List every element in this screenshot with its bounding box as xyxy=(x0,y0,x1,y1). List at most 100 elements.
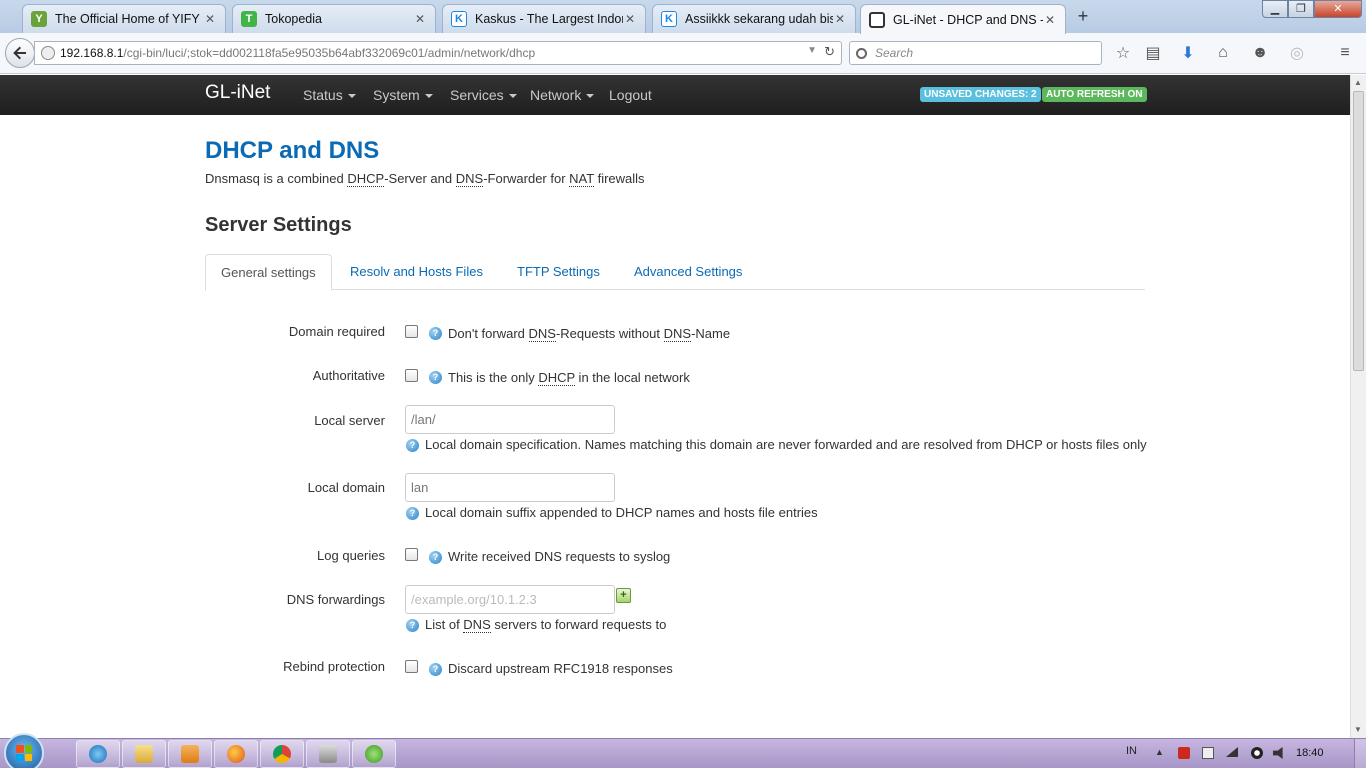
bookmarks-list-icon[interactable]: ▤ xyxy=(1142,42,1164,64)
rebind-protection-checkbox[interactable] xyxy=(405,660,418,673)
address-bar[interactable]: 192.168.8.1/cgi-bin/luci/;stok=dd002118f… xyxy=(34,41,842,65)
local-domain-label: Local domain xyxy=(307,480,385,495)
media-player-taskbar-icon[interactable] xyxy=(168,740,212,768)
language-indicator[interactable]: IN xyxy=(1126,745,1137,757)
browser-tab-kaskus[interactable]: K Kaskus - The Largest Indon... ✕ xyxy=(442,4,646,33)
scroll-down-icon[interactable]: ▼ xyxy=(1354,725,1362,734)
vertical-scrollbar[interactable]: ▲ ▼ xyxy=(1350,75,1366,738)
domain-required-checkbox[interactable] xyxy=(405,325,418,338)
clock[interactable]: 18:40 xyxy=(1296,747,1324,759)
network-tool-taskbar-icon[interactable] xyxy=(306,740,350,768)
help-text: Don't forward xyxy=(448,326,529,341)
windows-taskbar: IN ▲ 18:40 xyxy=(0,733,1366,768)
search-placeholder: Search xyxy=(875,46,914,60)
page-title: DHCP and DNS xyxy=(205,137,380,164)
close-window-button[interactable]: ✕ xyxy=(1314,0,1362,18)
log-queries-checkbox[interactable] xyxy=(405,548,418,561)
dns-forwardings-input[interactable] xyxy=(405,585,615,614)
menu-label: Network xyxy=(530,87,582,103)
menu-icon[interactable]: ≡ xyxy=(1334,42,1356,64)
dns-forwardings-help: List of DNS servers to forward requests … xyxy=(425,617,667,633)
close-tab-icon[interactable]: ✕ xyxy=(1043,13,1057,27)
page-description: Dnsmasq is a combined DHCP-Server and DN… xyxy=(205,171,645,187)
start-button[interactable] xyxy=(4,733,44,768)
show-desktop-button[interactable] xyxy=(1354,739,1366,768)
new-tab-button[interactable]: + xyxy=(1072,6,1094,26)
local-server-help: Local domain specification. Names matchi… xyxy=(425,437,1147,452)
back-button[interactable] xyxy=(5,38,35,68)
tab-advanced-settings[interactable]: Advanced Settings xyxy=(619,254,757,290)
section-title: Server Settings xyxy=(205,214,352,236)
browser-tab-tokopedia[interactable]: T Tokopedia ✕ xyxy=(232,4,436,33)
local-server-input[interactable] xyxy=(405,405,615,434)
ie-taskbar-icon[interactable] xyxy=(76,740,120,768)
scrollbar-thumb[interactable] xyxy=(1353,91,1364,371)
tab-general-settings[interactable]: General settings xyxy=(205,254,332,291)
site-info-icon[interactable] xyxy=(41,46,55,60)
maximize-button[interactable]: ❐ xyxy=(1288,0,1314,18)
auto-refresh-badge[interactable]: AUTO REFRESH ON xyxy=(1042,87,1147,102)
brand-logo[interactable]: GL-iNet xyxy=(205,82,270,104)
help-text: List of xyxy=(425,617,464,632)
home-icon[interactable]: ⌂ xyxy=(1212,42,1234,64)
show-hidden-icons[interactable]: ▲ xyxy=(1155,747,1167,759)
scroll-up-icon[interactable]: ▲ xyxy=(1354,78,1362,87)
luci-header: GL-iNet Status System Services Network L… xyxy=(0,75,1350,115)
tab-title: Kaskus - The Largest Indon... xyxy=(475,12,623,26)
chat-icon[interactable]: ☻ xyxy=(1249,42,1271,64)
help-abbr: DNS xyxy=(663,326,692,342)
menu-services[interactable]: Services xyxy=(450,87,517,103)
browser-tab-kaskus-thread[interactable]: K Assiikkk sekarang udah bis... ✕ xyxy=(652,4,856,33)
menu-label: Status xyxy=(303,87,343,103)
browser-tab-yify[interactable]: Y The Official Home of YIFY ... ✕ xyxy=(22,4,226,33)
unsaved-changes-badge[interactable]: UNSAVED CHANGES: 2 xyxy=(920,87,1041,102)
close-tab-icon[interactable]: ✕ xyxy=(413,12,427,26)
menu-label: Services xyxy=(450,87,504,103)
desc-abbr: DHCP xyxy=(347,171,385,187)
tab-tftp-settings[interactable]: TFTP Settings xyxy=(502,254,615,290)
minimize-button[interactable]: ▁ xyxy=(1262,0,1288,18)
close-tab-icon[interactable]: ✕ xyxy=(833,12,847,26)
authoritative-label: Authoritative xyxy=(312,368,385,383)
close-tab-icon[interactable]: ✕ xyxy=(623,12,637,26)
add-entry-icon[interactable]: + xyxy=(616,588,631,603)
signal-tray-icon[interactable] xyxy=(1226,747,1238,757)
page-viewport: GL-iNet Status System Services Network L… xyxy=(0,75,1350,738)
bookmark-star-icon[interactable]: ☆ xyxy=(1112,42,1134,64)
firefox-taskbar-icon[interactable] xyxy=(214,740,258,768)
authoritative-checkbox[interactable] xyxy=(405,369,418,382)
browser-tab-gl-inet[interactable]: GL-iNet - DHCP and DNS -... ✕ xyxy=(860,4,1066,34)
authoritative-help: This is the only DHCP in the local netwo… xyxy=(448,370,690,386)
domain-required-label: Domain required xyxy=(288,324,385,339)
desc-abbr: NAT xyxy=(569,171,594,187)
local-domain-input[interactable] xyxy=(405,473,615,502)
caret-down-icon xyxy=(586,94,595,99)
back-arrow-icon xyxy=(13,46,26,60)
flag-tray-icon[interactable] xyxy=(1178,747,1190,759)
help-abbr: DHCP xyxy=(538,370,575,386)
app-tray-icon[interactable] xyxy=(1251,747,1263,759)
tab-resolv-hosts-files[interactable]: Resolv and Hosts Files xyxy=(335,254,498,290)
help-text: servers to forward requests to xyxy=(490,617,667,632)
menu-network[interactable]: Network xyxy=(530,87,595,103)
caret-down-icon xyxy=(508,94,517,99)
utorrent-taskbar-icon[interactable] xyxy=(352,740,396,768)
reload-icon[interactable]: ↻ xyxy=(824,44,835,60)
chrome-taskbar-icon[interactable] xyxy=(260,740,304,768)
downloads-icon[interactable]: ⬇ xyxy=(1177,42,1199,64)
menu-status[interactable]: Status xyxy=(303,87,356,103)
help-icon: ? xyxy=(429,371,442,384)
addon-icon[interactable]: ◎ xyxy=(1286,42,1308,64)
close-tab-icon[interactable]: ✕ xyxy=(203,12,217,26)
search-bar[interactable]: Search xyxy=(849,41,1102,65)
history-dropdown-icon[interactable]: ▼ xyxy=(807,45,817,56)
menu-system[interactable]: System xyxy=(373,87,433,103)
menu-label: Logout xyxy=(609,87,652,103)
menu-logout[interactable]: Logout xyxy=(609,87,652,103)
volume-tray-icon[interactable] xyxy=(1273,747,1283,759)
tokopedia-icon: T xyxy=(241,11,257,27)
log-queries-help: Write received DNS requests to syslog xyxy=(448,549,671,564)
explorer-taskbar-icon[interactable] xyxy=(122,740,166,768)
device-tray-icon[interactable] xyxy=(1202,747,1214,759)
tab-title: Tokopedia xyxy=(265,12,322,26)
